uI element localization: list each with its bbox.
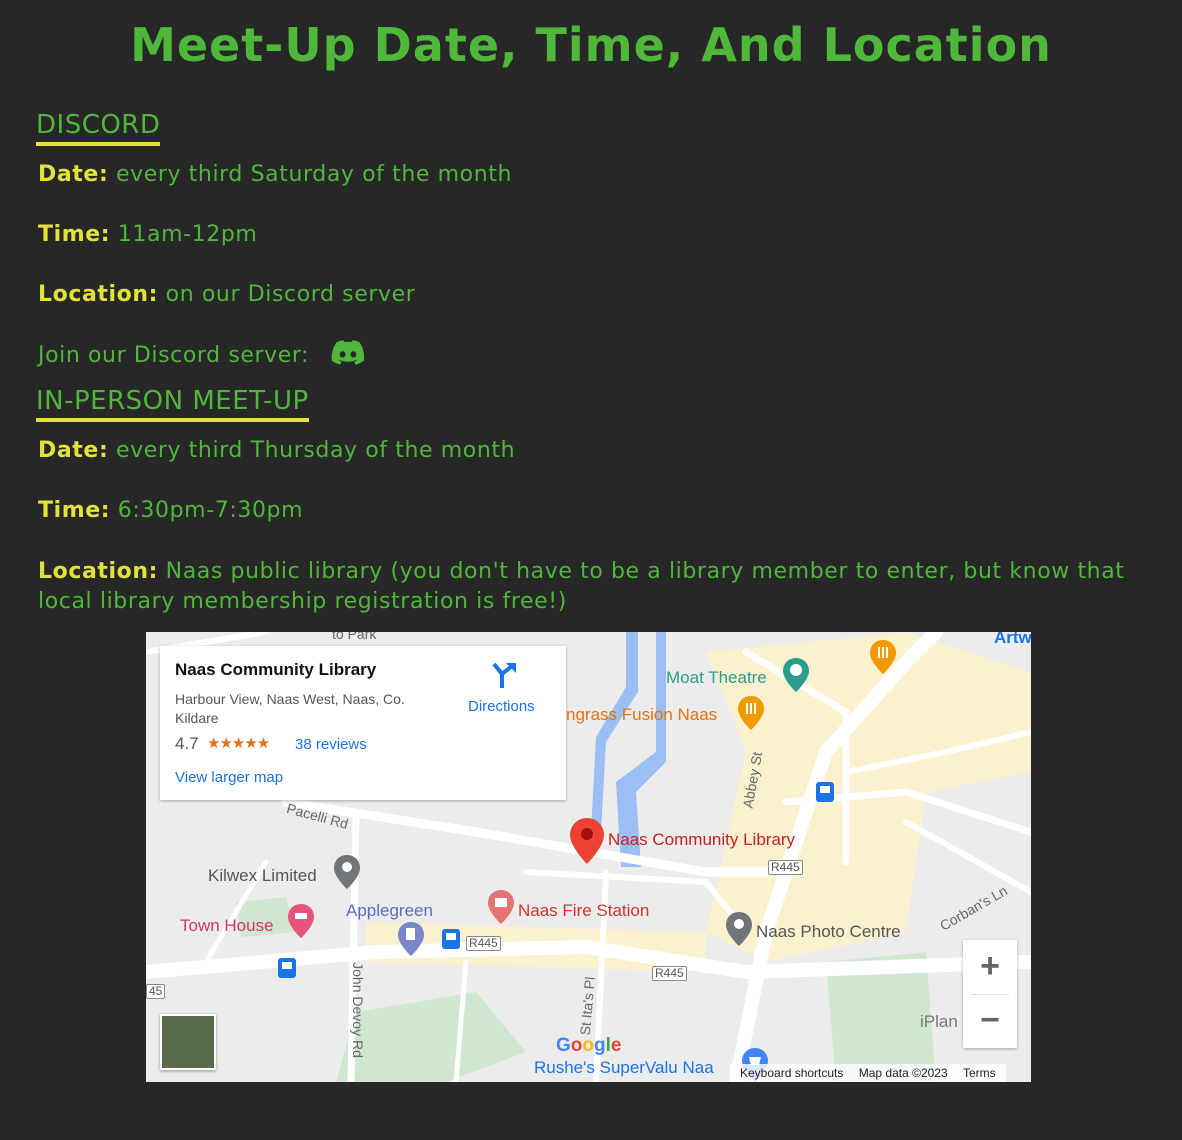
place-info-card: Naas Community Library Harbour View, Naa… <box>160 646 566 800</box>
restaurant-pin-icon[interactable] <box>738 696 764 730</box>
view-larger-map-link[interactable]: View larger map <box>175 769 283 786</box>
fire-station-label[interactable]: Naas Fire Station <box>518 901 649 921</box>
directions-link[interactable]: Directions <box>468 698 535 715</box>
discord-date-value: every third Saturday of the month <box>115 162 513 187</box>
inperson-location: Location: Naas public library (you don't… <box>38 557 1148 617</box>
discord-location: Location: on our Discord server <box>38 282 415 307</box>
place-name: Naas Community Library <box>175 660 377 679</box>
discord-date: Date: every third Saturday of the month <box>38 162 512 187</box>
map-data-label: Map data ©2023 <box>858 1066 948 1080</box>
bus-stop-icon-2[interactable] <box>442 929 460 949</box>
road-shield-r445-c: R445 <box>652 966 687 981</box>
inperson-date-label: Date: <box>38 438 109 463</box>
fuel-pin-icon[interactable] <box>398 922 424 956</box>
library-red-pin-icon[interactable] <box>570 818 604 864</box>
google-logo: Google <box>556 1035 622 1056</box>
iplan-label[interactable]: iPlan <box>920 1012 958 1032</box>
kilwex-pin-icon[interactable] <box>334 855 360 889</box>
inperson-time-label: Time: <box>38 498 111 523</box>
reviews-link[interactable]: 38 reviews <box>295 736 367 753</box>
discord-location-label: Location: <box>38 282 159 307</box>
discord-time-value: 11am-12pm <box>117 222 258 247</box>
inperson-time-value: 6:30pm-7:30pm <box>117 498 304 523</box>
discord-icon[interactable] <box>331 340 365 372</box>
inperson-time: Time: 6:30pm-7:30pm <box>38 498 303 523</box>
place-address: Harbour View, Naas West, Naas, Co. Kilda… <box>175 691 405 726</box>
discord-join: Join our Discord server: <box>38 340 365 372</box>
inperson-date-value: every third Thursday of the month <box>115 438 516 463</box>
place-rating: 4.7 <box>175 734 199 753</box>
supervalu-label[interactable]: Rushe's SuperValu Naa <box>534 1058 714 1078</box>
zoom-controls: + − <box>963 940 1017 1048</box>
kilwex-label[interactable]: Kilwex Limited <box>208 866 317 886</box>
keyboard-shortcuts-link[interactable]: Keyboard shortcuts <box>740 1066 843 1080</box>
fire-station-pin-icon[interactable] <box>488 890 514 924</box>
park-label: to Park <box>332 632 377 642</box>
embedded-map[interactable]: Naas Community Library Harbour View, Naa… <box>146 632 1031 1082</box>
town-house-label[interactable]: Town House <box>180 916 274 936</box>
road-shield-r445-d: 45 <box>146 984 166 999</box>
map-attribution: Keyboard shortcuts Map data ©2023 Terms <box>730 1064 1006 1082</box>
zoom-out-button[interactable]: − <box>963 994 1017 1048</box>
discord-join-text: Join our Discord server: <box>38 343 310 368</box>
discord-time-label: Time: <box>38 222 111 247</box>
theatre-pin-icon[interactable] <box>783 658 809 692</box>
bus-stop-icon[interactable] <box>816 782 834 802</box>
restaurant-pin-icon-2[interactable] <box>870 640 896 674</box>
moat-theatre-label[interactable]: Moat Theatre <box>666 668 767 688</box>
john-devoy-rd-label: John Devoy Rd <box>349 962 366 1058</box>
hotel-pin-icon[interactable] <box>288 904 314 938</box>
satellite-toggle-thumbnail[interactable] <box>160 1014 216 1070</box>
library-label[interactable]: Naas Community Library <box>608 830 795 850</box>
terms-link[interactable]: Terms <box>963 1066 996 1080</box>
zoom-in-button[interactable]: + <box>963 940 1017 994</box>
discord-heading: DISCORD <box>36 110 161 146</box>
discord-time: Time: 11am-12pm <box>38 222 257 247</box>
page-title: Meet-Up Date, Time, And Location <box>130 18 1052 72</box>
artw-label[interactable]: Artw <box>994 632 1031 648</box>
discord-location-value: on our Discord server <box>165 282 416 307</box>
bus-stop-icon-3[interactable] <box>278 958 296 978</box>
inperson-heading: IN-PERSON MEET-UP <box>36 386 309 422</box>
inperson-location-value: Naas public library (you don't have to b… <box>38 559 1125 614</box>
directions-icon[interactable] <box>490 660 518 695</box>
inperson-date: Date: every third Thursday of the month <box>38 438 515 463</box>
road-shield-r445-a: R445 <box>768 860 803 875</box>
road-shield-r445-b: R445 <box>466 936 501 951</box>
photo-centre-label[interactable]: Naas Photo Centre <box>756 922 901 942</box>
discord-date-label: Date: <box>38 162 109 187</box>
lemongrass-label[interactable]: ngrass Fusion Naas <box>566 705 717 725</box>
applegreen-label[interactable]: Applegreen <box>346 901 433 921</box>
photo-centre-pin-icon[interactable] <box>726 912 752 946</box>
inperson-location-label: Location: <box>38 559 159 584</box>
rating-stars-icon: ★★★★★ <box>207 735 270 752</box>
